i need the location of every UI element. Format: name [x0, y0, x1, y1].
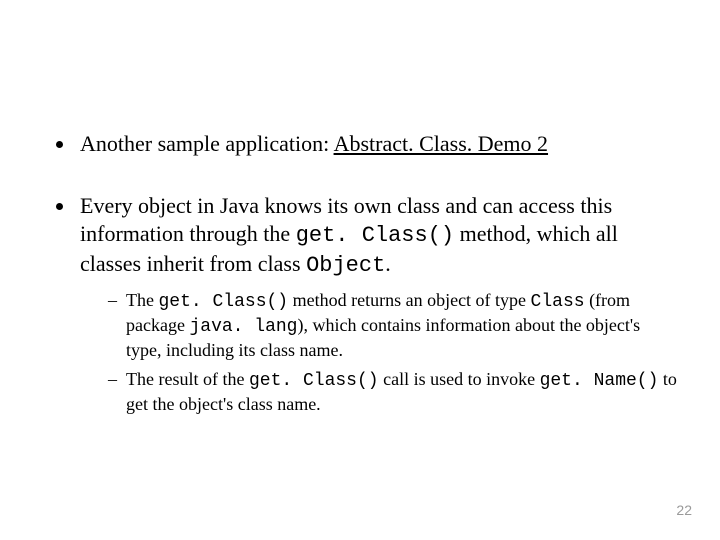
page-number: 22 [676, 502, 692, 518]
code-span: java. lang [189, 317, 297, 337]
slide: Another sample application: Abstract. Cl… [0, 0, 720, 540]
code-span: get. Name() [540, 371, 659, 391]
bullet-item: Every object in Java knows its own class… [76, 192, 680, 416]
code-span: Object [306, 253, 385, 278]
code-span: get. Class() [249, 371, 379, 391]
bullet-list: Another sample application: Abstract. Cl… [40, 130, 680, 416]
sub-text: call is used to invoke [379, 369, 540, 389]
sub-text: The result of the [126, 369, 249, 389]
bullet-text: . [385, 251, 391, 276]
code-span: Class [531, 292, 585, 312]
sub-item: The result of the get. Class() call is u… [108, 368, 680, 416]
sub-text: method returns an object of type [288, 290, 530, 310]
bullet-text: Another sample application: [80, 131, 334, 156]
code-span: get. Class() [158, 292, 288, 312]
sub-text: The [126, 290, 158, 310]
sub-list: The get. Class() method returns an objec… [80, 289, 680, 416]
sub-item: The get. Class() method returns an objec… [108, 289, 680, 362]
code-span: get. Class() [296, 223, 454, 248]
app-link[interactable]: Abstract. Class. Demo 2 [334, 131, 548, 156]
bullet-item: Another sample application: Abstract. Cl… [76, 130, 680, 158]
